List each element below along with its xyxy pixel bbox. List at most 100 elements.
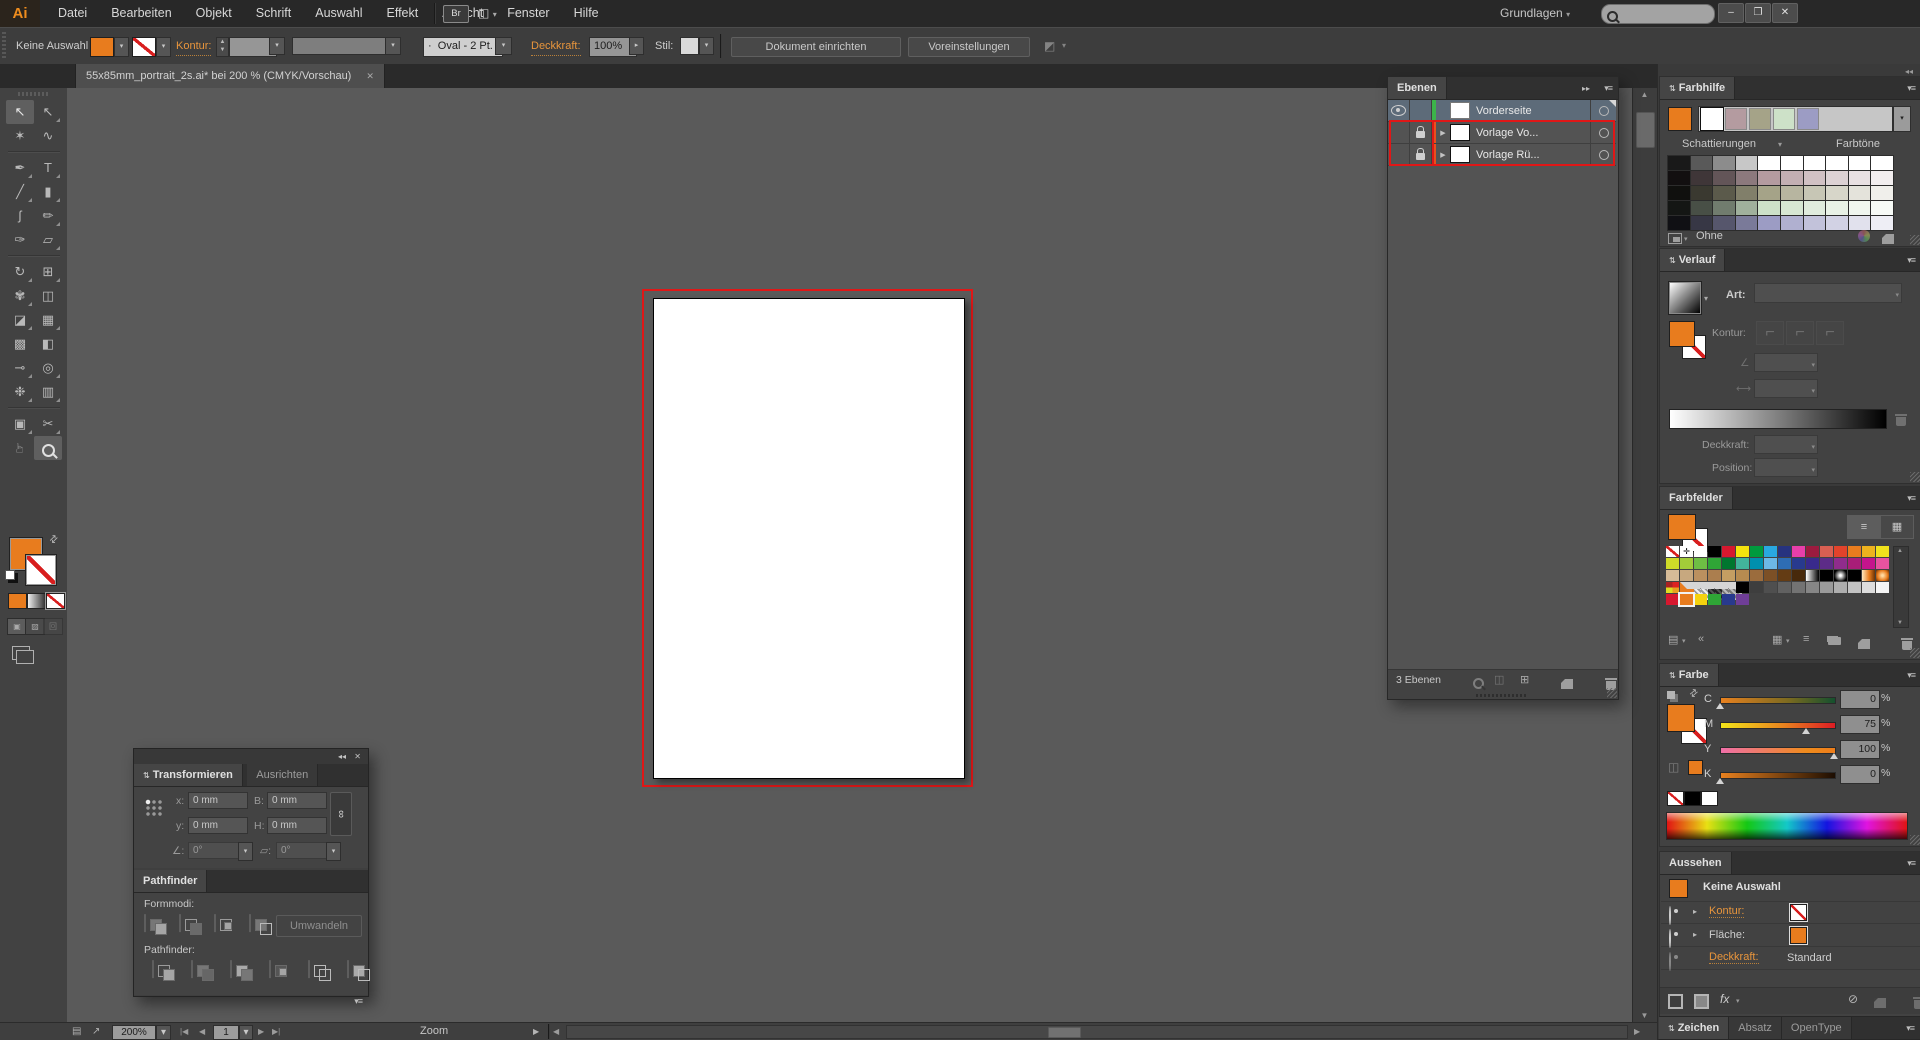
appearance-opacity-row[interactable]: Deckkraft: Standard bbox=[1661, 947, 1920, 970]
pathfinder-crop-button[interactable] bbox=[269, 960, 271, 979]
shade-swatch[interactable] bbox=[1781, 171, 1803, 185]
dock-collapse-icon[interactable]: ◂◂ bbox=[1905, 67, 1913, 76]
document-setup-button[interactable]: Dokument einrichten bbox=[731, 37, 901, 57]
shade-swatch[interactable] bbox=[1758, 201, 1780, 215]
column-graph-tool[interactable]: ▥ bbox=[34, 380, 62, 404]
shade-swatch[interactable] bbox=[1781, 156, 1803, 170]
shade-swatch[interactable] bbox=[1668, 171, 1690, 185]
shade-swatch[interactable] bbox=[1871, 201, 1893, 215]
shade-swatch[interactable] bbox=[1871, 171, 1893, 185]
shade-swatch[interactable] bbox=[1713, 156, 1735, 170]
shade-swatch[interactable] bbox=[1826, 171, 1848, 185]
swatch[interactable] bbox=[1834, 558, 1847, 569]
swatch[interactable] bbox=[1778, 582, 1791, 593]
slider-thumb[interactable] bbox=[1716, 778, 1724, 784]
new-layer-icon[interactable] bbox=[1561, 679, 1573, 689]
chevron-right-icon[interactable]: ▸ bbox=[1693, 930, 1697, 939]
swatch[interactable] bbox=[1820, 570, 1833, 581]
restore-button[interactable]: ❐ bbox=[1745, 3, 1771, 23]
opacity-link[interactable]: Deckkraft: bbox=[1709, 951, 1759, 964]
align-icon[interactable]: ◩ bbox=[1044, 37, 1055, 55]
scroll-down-icon[interactable]: ▼ bbox=[1897, 620, 1903, 626]
swatch[interactable] bbox=[1750, 558, 1763, 569]
shade-swatch[interactable] bbox=[1804, 171, 1826, 185]
artboard-number-field[interactable]: 1 bbox=[213, 1025, 239, 1040]
swatch[interactable] bbox=[1736, 570, 1749, 581]
channel-value-field[interactable]: 0 bbox=[1840, 690, 1880, 709]
menu-bearbeiten[interactable]: Bearbeiten bbox=[99, 0, 183, 27]
new-swatch-icon[interactable] bbox=[1858, 639, 1870, 649]
export-icon[interactable]: ↗ bbox=[92, 1025, 100, 1038]
swatch[interactable] bbox=[1778, 570, 1791, 581]
shade-swatch[interactable] bbox=[1804, 216, 1826, 230]
fill-proxy-swatch[interactable] bbox=[1667, 704, 1695, 732]
swatch[interactable] bbox=[1680, 558, 1693, 569]
brush-definition-dropdown[interactable]: ▾ bbox=[385, 37, 401, 55]
arrange-documents-icon[interactable]: ◫ ▾ bbox=[478, 5, 497, 23]
tab-ebenen[interactable]: Ebenen bbox=[1388, 77, 1447, 99]
style-dropdown[interactable]: ▾ bbox=[699, 37, 714, 55]
chevron-down-icon[interactable]: ▾ bbox=[1684, 235, 1688, 243]
paintbrush-tool[interactable]: ʃ bbox=[6, 204, 34, 228]
harmony-swatch[interactable] bbox=[1773, 108, 1795, 130]
rectangle-tool[interactable]: ▮ bbox=[34, 180, 62, 204]
vertical-scroll-thumb[interactable] bbox=[1636, 112, 1655, 148]
slider-thumb[interactable] bbox=[1716, 703, 1724, 709]
swatch[interactable] bbox=[1778, 558, 1791, 569]
blend-tool[interactable]: ◎ bbox=[34, 356, 62, 380]
search-input[interactable] bbox=[1601, 4, 1715, 24]
tools-grip[interactable] bbox=[18, 92, 48, 96]
shade-swatch[interactable] bbox=[1713, 201, 1735, 215]
close-button[interactable]: ✕ bbox=[1772, 3, 1798, 23]
opacity-dropdown[interactable]: ▸ bbox=[629, 37, 644, 55]
make-clipping-mask-icon[interactable]: ◫ bbox=[1494, 673, 1504, 686]
gradient-mode-button[interactable] bbox=[27, 593, 46, 609]
swatch[interactable] bbox=[1862, 558, 1875, 569]
lasso-tool[interactable]: ∿ bbox=[34, 124, 62, 148]
angle-dropdown[interactable]: ▾ bbox=[1754, 353, 1818, 372]
aspect-dropdown[interactable]: ▾ bbox=[1754, 379, 1818, 398]
tab-aussehen[interactable]: Aussehen bbox=[1660, 852, 1732, 874]
fill-proxy-swatch[interactable] bbox=[1668, 514, 1696, 540]
list-view-button[interactable]: ≡ bbox=[1847, 515, 1881, 539]
channel-value-field[interactable]: 75 bbox=[1840, 715, 1880, 734]
menu-fenster[interactable]: Fenster bbox=[495, 0, 561, 27]
pathfinder-minus-back-button[interactable] bbox=[347, 960, 349, 979]
tab-farbe[interactable]: ⇅Farbe bbox=[1660, 664, 1719, 686]
swatch[interactable] bbox=[1848, 570, 1861, 581]
screen-mode-icon[interactable] bbox=[12, 646, 30, 660]
swatch[interactable] bbox=[1862, 546, 1875, 557]
swatch[interactable] bbox=[1680, 570, 1693, 581]
corner-grip[interactable] bbox=[1910, 835, 1920, 845]
swatch[interactable] bbox=[1806, 546, 1819, 557]
shade-swatch[interactable] bbox=[1781, 201, 1803, 215]
fx-icon[interactable]: fx bbox=[1720, 992, 1729, 1006]
tab-opentype[interactable]: OpenType bbox=[1782, 1017, 1852, 1039]
shade-swatch[interactable] bbox=[1736, 216, 1758, 230]
width-profile-dropdown[interactable]: ▾ bbox=[495, 37, 512, 55]
swatch[interactable] bbox=[1708, 570, 1721, 581]
delete-stop-icon[interactable] bbox=[1896, 417, 1906, 426]
menu-schrift[interactable]: Schrift bbox=[244, 0, 303, 27]
stroke-across-icon[interactable]: ⌐ bbox=[1816, 321, 1844, 345]
shade-swatch[interactable] bbox=[1871, 216, 1893, 230]
swatch-scrollbar[interactable]: ▲ ▼ bbox=[1893, 546, 1909, 628]
horizontal-scrollbar[interactable] bbox=[566, 1025, 1628, 1039]
harmony-swatch[interactable] bbox=[1749, 108, 1771, 130]
clear-appearance-icon[interactable]: ⊘ bbox=[1848, 992, 1858, 1006]
corner-grip[interactable] bbox=[1607, 688, 1617, 698]
controlbar-grip[interactable] bbox=[2, 32, 6, 60]
eye-icon-dim[interactable] bbox=[1669, 952, 1671, 971]
artboard-tool[interactable]: ▣ bbox=[6, 412, 34, 436]
stroke-within-icon[interactable]: ⌐ bbox=[1756, 321, 1784, 345]
x-field[interactable]: 0 mm bbox=[188, 792, 248, 809]
swatch[interactable] bbox=[1666, 582, 1679, 593]
shear-field[interactable]: 0° bbox=[276, 842, 328, 859]
stroke-color-well[interactable] bbox=[26, 555, 56, 585]
default-fill-stroke-icon[interactable] bbox=[5, 570, 15, 580]
new-fill-icon[interactable] bbox=[1694, 994, 1709, 1009]
shade-swatch[interactable] bbox=[1849, 201, 1871, 215]
draw-behind-button[interactable]: ▨ bbox=[25, 618, 45, 635]
harmony-dropdown[interactable]: ▾ bbox=[1893, 106, 1911, 132]
swatch[interactable] bbox=[1876, 558, 1889, 569]
